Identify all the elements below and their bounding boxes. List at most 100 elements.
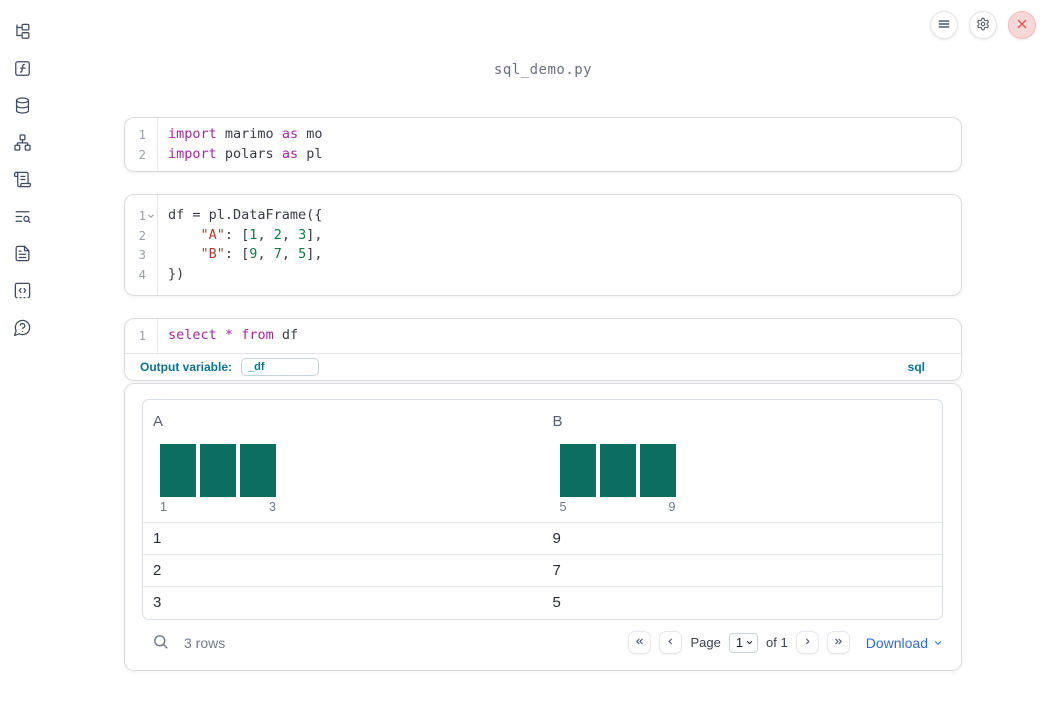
notebook-filename[interactable]: sql_demo.py (124, 0, 962, 79)
variables-icon (13, 59, 32, 81)
pagination: Page 1 of 1 (628, 631, 850, 654)
sidebar-item-logs-search[interactable] (11, 208, 33, 228)
sidebar-item-help[interactable] (11, 319, 33, 339)
row-count: 3 rows (184, 634, 226, 651)
output-variable-label: Output variable: (140, 359, 233, 374)
data-table: A13B59 192735 (142, 398, 943, 620)
table-cell: 3 (153, 594, 162, 611)
sidebar-item-dependency-graph[interactable] (11, 134, 33, 154)
code-editor[interactable]: 12 import marimo as mo import polars as p… (125, 118, 961, 171)
histogram-max-label: 9 (668, 499, 676, 514)
chevrons-left-icon (634, 635, 645, 650)
table-cell: 7 (552, 561, 561, 579)
snippets-icon (13, 281, 32, 303)
page-label: Page (690, 635, 721, 650)
line-number-gutter: 12 (125, 118, 158, 171)
code-line: df = pl.DataFrame({ (168, 207, 323, 223)
histogram-bar (240, 443, 276, 497)
gear-icon (976, 17, 990, 34)
language-tag[interactable]: sql (908, 360, 925, 374)
search-icon (152, 633, 169, 653)
line-number: 1 (125, 125, 157, 145)
table-header-row: A13B59 (143, 400, 942, 523)
table-cell: 5 (552, 594, 561, 611)
line-number: 1 (125, 326, 157, 346)
chevron-down-icon (745, 635, 754, 650)
code-editor[interactable]: 1 select * from df (125, 319, 961, 353)
next-page-button[interactable] (795, 631, 819, 654)
line-number: 3 (125, 245, 157, 265)
table-row: 35 (143, 587, 942, 619)
download-button[interactable]: Download (866, 635, 943, 651)
column-name: B (552, 412, 563, 430)
column-histogram: 59 (559, 443, 676, 514)
line-number: 1 (125, 206, 157, 226)
line-number: 4 (125, 265, 157, 285)
code-line: "A": [1, 2, 3], (200, 226, 323, 243)
help-icon (13, 318, 32, 340)
settings-button[interactable] (969, 11, 997, 39)
column-name: A (153, 412, 164, 430)
table-cell: 2 (153, 561, 162, 579)
first-page-button[interactable] (628, 631, 652, 654)
page-select[interactable]: 1 (728, 632, 759, 653)
sidebar (0, 0, 44, 713)
fold-chevron-icon[interactable] (146, 211, 155, 220)
code-line: "B": [9, 7, 5], (200, 246, 323, 262)
code-line: }) (168, 265, 185, 282)
table-body: 192735 (143, 523, 942, 619)
column-header-b[interactable]: B59 (543, 400, 943, 522)
search-button[interactable] (152, 633, 169, 653)
histogram-bar (559, 443, 596, 497)
sidebar-item-snippets[interactable] (11, 282, 33, 302)
page-of-label: of 1 (766, 635, 788, 650)
sidebar-item-variables[interactable] (11, 60, 33, 80)
code-line: import marimo as mo (168, 126, 323, 142)
histogram-bar (639, 443, 676, 497)
line-number-gutter: 1 (125, 319, 158, 353)
code-lines: select * from df (158, 319, 298, 353)
sidebar-item-data-sources[interactable] (11, 97, 33, 117)
sidebar-item-documentation[interactable] (11, 245, 33, 265)
code-lines: df = pl.DataFrame({ "A": [1, 2, 3], "B":… (158, 195, 323, 295)
chevron-right-icon (802, 635, 813, 650)
documentation-icon (13, 244, 32, 266)
prev-page-button[interactable] (659, 631, 683, 654)
table-output: A13B59 192735 3 rows Page 1 of 1 Downloa… (124, 382, 962, 671)
line-number-gutter: 1234 (125, 195, 158, 295)
code-line: select * from df (168, 327, 299, 343)
chevron-down-icon (933, 635, 943, 651)
sidebar-item-scratchpad[interactable] (11, 171, 33, 191)
histogram-bar (599, 443, 636, 497)
chevrons-right-icon (833, 635, 844, 650)
column-header-a[interactable]: A13 (143, 400, 543, 522)
line-number: 2 (125, 145, 157, 165)
shutdown-button[interactable] (1008, 11, 1036, 39)
histogram-bar (200, 443, 236, 497)
sql-cell-footer: Output variable: _df sql (125, 352, 961, 380)
chevron-left-icon (665, 635, 676, 650)
scratchpad-icon (13, 170, 32, 192)
output-variable-value: _df (248, 360, 265, 373)
column-histogram: 13 (160, 443, 276, 514)
notebook: sql_demo.py 12 import marimo as mo import… (124, 0, 962, 671)
histogram-min-label: 1 (160, 499, 167, 514)
code-cell-imports: 12 import marimo as mo import polars as p… (124, 117, 962, 172)
histogram-min-label: 5 (559, 499, 567, 514)
code-editor[interactable]: 1234 df = pl.DataFrame({ "A": [1, 2, 3],… (125, 195, 961, 295)
page-select-value: 1 (735, 635, 744, 650)
sidebar-item-file-explorer[interactable] (11, 23, 33, 43)
table-footer: 3 rows Page 1 of 1 Download (152, 622, 943, 664)
table-row: 19 (143, 523, 942, 555)
output-variable-input[interactable]: _df (241, 357, 320, 376)
table-cell: 1 (153, 529, 162, 547)
last-page-button[interactable] (826, 631, 850, 654)
line-number: 2 (125, 226, 157, 246)
download-label: Download (865, 634, 928, 651)
histogram-max-label: 3 (269, 499, 276, 514)
